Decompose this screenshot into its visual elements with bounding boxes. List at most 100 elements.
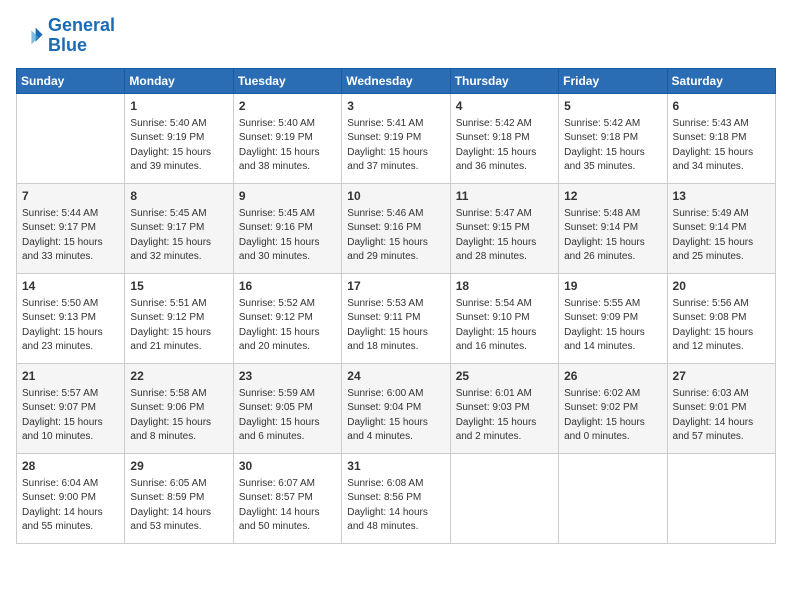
day-content: Sunrise: 5:54 AM Sunset: 9:10 PM Dayligh… [456, 297, 553, 355]
calendar-cell: 12Sunrise: 5:48 AM Sunset: 9:14 PM Dayli… [559, 183, 667, 273]
calendar-week-1: 1 Sunrise: 5:40 AM Sunset: 9:19 PM Daylig… [17, 93, 776, 183]
day-header-sunday: Sunday [17, 68, 125, 93]
day-number: 16 [239, 278, 336, 295]
day-content: Sunrise: 6:07 AM Sunset: 8:57 PM Dayligh… [239, 477, 336, 535]
day-number: 2 [239, 98, 336, 115]
day-content: Sunrise: 6:00 AM Sunset: 9:04 PM Dayligh… [347, 387, 444, 445]
calendar-cell: 2 Sunrise: 5:40 AM Sunset: 9:19 PM Daylig… [233, 93, 341, 183]
calendar-cell [17, 93, 125, 183]
calendar-cell: 6 Sunrise: 5:43 AM Sunset: 9:18 PM Daylig… [667, 93, 775, 183]
day-number: 29 [130, 458, 227, 475]
calendar-cell: 28 Sunrise: 6:04 AM Sunset: 9:00 PM Dayli… [17, 453, 125, 543]
day-number: 31 [347, 458, 444, 475]
day-content: Sunrise: 5:47 AM Sunset: 9:15 PM Dayligh… [456, 207, 553, 265]
day-content: Sunrise: 5:45 AM Sunset: 9:16 PM Dayligh… [239, 207, 336, 265]
day-content: Sunrise: 5:41 AM Sunset: 9:19 PM Dayligh… [347, 117, 444, 175]
calendar-cell: 17 Sunrise: 5:53 AM Sunset: 9:11 PM Dayli… [342, 273, 450, 363]
day-content: Sunrise: 6:01 AM Sunset: 9:03 PM Dayligh… [456, 387, 553, 445]
day-number: 1 [130, 98, 227, 115]
day-content: Sunrise: 5:53 AM Sunset: 9:11 PM Dayligh… [347, 297, 444, 355]
day-number: 23 [239, 368, 336, 385]
day-number: 17 [347, 278, 444, 295]
day-content: Sunrise: 6:05 AM Sunset: 8:59 PM Dayligh… [130, 477, 227, 535]
calendar-cell: 3 Sunrise: 5:41 AM Sunset: 9:19 PM Daylig… [342, 93, 450, 183]
day-content: Sunrise: 6:03 AM Sunset: 9:01 PM Dayligh… [673, 387, 770, 445]
calendar-cell: 8Sunrise: 5:45 AM Sunset: 9:17 PM Daylig… [125, 183, 233, 273]
day-number: 15 [130, 278, 227, 295]
calendar-cell: 25 Sunrise: 6:01 AM Sunset: 9:03 PM Dayli… [450, 363, 558, 453]
day-number: 9 [239, 188, 336, 205]
calendar-cell [559, 453, 667, 543]
day-content: Sunrise: 6:08 AM Sunset: 8:56 PM Dayligh… [347, 477, 444, 535]
day-content: Sunrise: 5:59 AM Sunset: 9:05 PM Dayligh… [239, 387, 336, 445]
calendar-table: SundayMondayTuesdayWednesdayThursdayFrid… [16, 68, 776, 544]
day-number: 19 [564, 278, 661, 295]
calendar-cell [667, 453, 775, 543]
day-content: Sunrise: 5:49 AM Sunset: 9:14 PM Dayligh… [673, 207, 770, 265]
calendar-cell: 22 Sunrise: 5:58 AM Sunset: 9:06 PM Dayli… [125, 363, 233, 453]
calendar-cell: 23 Sunrise: 5:59 AM Sunset: 9:05 PM Dayli… [233, 363, 341, 453]
calendar-cell: 7 Sunrise: 5:44 AM Sunset: 9:17 PM Daylig… [17, 183, 125, 273]
page-header: General Blue [16, 16, 776, 56]
calendar-cell: 5 Sunrise: 5:42 AM Sunset: 9:18 PM Daylig… [559, 93, 667, 183]
calendar-cell: 13 Sunrise: 5:49 AM Sunset: 9:14 PM Dayli… [667, 183, 775, 273]
day-content: Sunrise: 5:44 AM Sunset: 9:17 PM Dayligh… [22, 207, 119, 265]
calendar-cell: 27Sunrise: 6:03 AM Sunset: 9:01 PM Dayli… [667, 363, 775, 453]
day-content: Sunrise: 5:55 AM Sunset: 9:09 PM Dayligh… [564, 297, 661, 355]
calendar-cell: 19 Sunrise: 5:55 AM Sunset: 9:09 PM Dayli… [559, 273, 667, 363]
day-number: 20 [673, 278, 770, 295]
calendar-week-2: 7 Sunrise: 5:44 AM Sunset: 9:17 PM Daylig… [17, 183, 776, 273]
day-content: Sunrise: 5:42 AM Sunset: 9:18 PM Dayligh… [564, 117, 661, 175]
calendar-week-5: 28 Sunrise: 6:04 AM Sunset: 9:00 PM Dayli… [17, 453, 776, 543]
day-number: 3 [347, 98, 444, 115]
day-content: Sunrise: 5:43 AM Sunset: 9:18 PM Dayligh… [673, 117, 770, 175]
day-number: 18 [456, 278, 553, 295]
calendar-cell: 20 Sunrise: 5:56 AM Sunset: 9:08 PM Dayli… [667, 273, 775, 363]
calendar-cell: 26 Sunrise: 6:02 AM Sunset: 9:02 PM Dayli… [559, 363, 667, 453]
day-number: 13 [673, 188, 770, 205]
day-content: Sunrise: 5:40 AM Sunset: 9:19 PM Dayligh… [130, 117, 227, 175]
day-number: 28 [22, 458, 119, 475]
calendar-week-4: 21Sunrise: 5:57 AM Sunset: 9:07 PM Dayli… [17, 363, 776, 453]
calendar-cell: 29 Sunrise: 6:05 AM Sunset: 8:59 PM Dayli… [125, 453, 233, 543]
day-number: 25 [456, 368, 553, 385]
day-content: Sunrise: 5:52 AM Sunset: 9:12 PM Dayligh… [239, 297, 336, 355]
day-number: 12 [564, 188, 661, 205]
calendar-cell: 10Sunrise: 5:46 AM Sunset: 9:16 PM Dayli… [342, 183, 450, 273]
day-header-tuesday: Tuesday [233, 68, 341, 93]
calendar-cell: 9 Sunrise: 5:45 AM Sunset: 9:16 PM Daylig… [233, 183, 341, 273]
day-content: Sunrise: 5:56 AM Sunset: 9:08 PM Dayligh… [673, 297, 770, 355]
logo-icon [16, 22, 44, 50]
day-content: Sunrise: 5:40 AM Sunset: 9:19 PM Dayligh… [239, 117, 336, 175]
calendar-cell [450, 453, 558, 543]
day-content: Sunrise: 5:50 AM Sunset: 9:13 PM Dayligh… [22, 297, 119, 355]
day-number: 30 [239, 458, 336, 475]
day-number: 21 [22, 368, 119, 385]
calendar-cell: 1 Sunrise: 5:40 AM Sunset: 9:19 PM Daylig… [125, 93, 233, 183]
calendar-cell: 18 Sunrise: 5:54 AM Sunset: 9:10 PM Dayli… [450, 273, 558, 363]
calendar-cell: 11Sunrise: 5:47 AM Sunset: 9:15 PM Dayli… [450, 183, 558, 273]
calendar-cell: 15 Sunrise: 5:51 AM Sunset: 9:12 PM Dayli… [125, 273, 233, 363]
calendar-cell: 30 Sunrise: 6:07 AM Sunset: 8:57 PM Dayli… [233, 453, 341, 543]
logo-text: General Blue [48, 16, 115, 56]
day-number: 24 [347, 368, 444, 385]
day-number: 6 [673, 98, 770, 115]
day-content: Sunrise: 6:04 AM Sunset: 9:00 PM Dayligh… [22, 477, 119, 535]
calendar-cell: 31 Sunrise: 6:08 AM Sunset: 8:56 PM Dayli… [342, 453, 450, 543]
day-number: 14 [22, 278, 119, 295]
day-number: 7 [22, 188, 119, 205]
day-content: Sunrise: 5:58 AM Sunset: 9:06 PM Dayligh… [130, 387, 227, 445]
day-header-monday: Monday [125, 68, 233, 93]
day-number: 26 [564, 368, 661, 385]
day-content: Sunrise: 6:02 AM Sunset: 9:02 PM Dayligh… [564, 387, 661, 445]
day-number: 8 [130, 188, 227, 205]
day-header-friday: Friday [559, 68, 667, 93]
calendar-cell: 16 Sunrise: 5:52 AM Sunset: 9:12 PM Dayli… [233, 273, 341, 363]
day-number: 22 [130, 368, 227, 385]
logo: General Blue [16, 16, 115, 56]
day-content: Sunrise: 5:51 AM Sunset: 9:12 PM Dayligh… [130, 297, 227, 355]
day-number: 5 [564, 98, 661, 115]
day-content: Sunrise: 5:42 AM Sunset: 9:18 PM Dayligh… [456, 117, 553, 175]
day-header-thursday: Thursday [450, 68, 558, 93]
day-content: Sunrise: 5:46 AM Sunset: 9:16 PM Dayligh… [347, 207, 444, 265]
